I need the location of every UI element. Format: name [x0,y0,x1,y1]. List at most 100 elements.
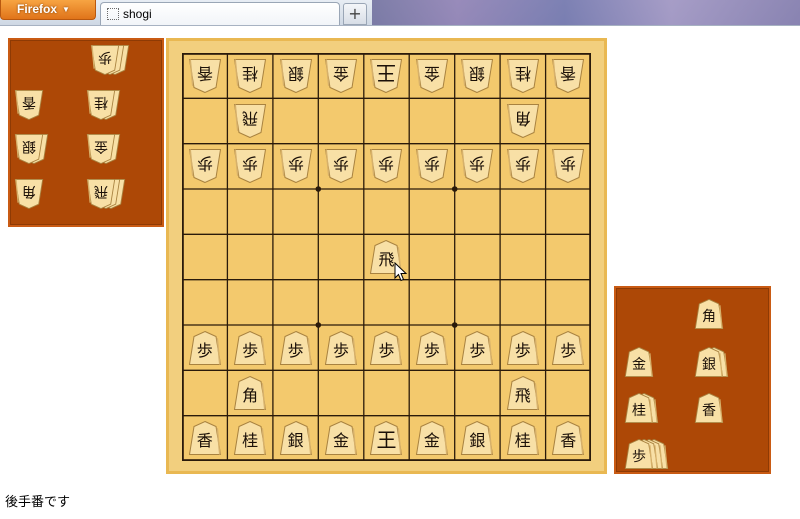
sente-piece-back-1-label: 香 [196,431,213,451]
sente-pawn-9[interactable]: 歩 [551,330,585,366]
gote-hand-2[interactable]: 香 [14,89,44,121]
sente-pawn-5[interactable]: 歩 [369,330,403,366]
sente-hand-1[interactable]: 角 [694,298,724,330]
sente-rook-center-label: 飛 [378,249,395,269]
sente-pawn-8-label: 歩 [514,340,531,360]
gote-piece-back-9[interactable]: 香 [551,58,585,94]
titlebar-background [372,0,800,25]
sente-hand-5[interactable]: 香 [694,392,724,424]
hoshi-point [315,322,322,328]
gote-pawn-7[interactable]: 歩 [460,148,494,184]
new-tab-button[interactable]: + [343,3,367,25]
sente-pawn-6-label: 歩 [423,340,440,360]
sente-piece-back-1[interactable]: 香 [188,420,222,456]
sente-pawn-8[interactable]: 歩 [506,330,540,366]
sente-hand-3[interactable]: 銀 [694,346,724,378]
gote-hand-6[interactable]: 角 [14,178,44,210]
sente-hand-2[interactable]: 金 [624,346,654,378]
gote-piece-back-7[interactable]: 銀 [460,58,494,94]
gote-piece-back-2[interactable]: 桂 [233,58,267,94]
gote-hand-7[interactable]: 飛 [86,178,116,210]
sente-piece-back-5-label: 王 [376,428,397,453]
sente-piece-back-5[interactable]: 王 [369,420,403,456]
gote-pawn-1[interactable]: 歩 [188,148,222,184]
firefox-menu-label: Firefox [17,2,58,16]
sente-bishop-label: 角 [242,385,259,405]
sente-piece-back-9[interactable]: 香 [551,420,585,456]
gote-hand-4[interactable]: 銀 [14,133,44,165]
gote-pawn-5[interactable]: 歩 [369,148,403,184]
gote-piece-back-9-label: 香 [560,63,577,83]
gote-bishop[interactable]: 角 [506,103,540,139]
gote-pawn-9[interactable]: 歩 [551,148,585,184]
gote-hand-3[interactable]: 桂 [86,89,116,121]
gote-pawn-8[interactable]: 歩 [506,148,540,184]
gote-piece-back-2-label: 桂 [242,63,259,83]
gote-pawn-3[interactable]: 歩 [279,148,313,184]
mouse-cursor-icon [394,262,408,282]
sente-pawn-9-label: 歩 [560,340,577,360]
sente-pawn-3-label: 歩 [287,340,304,360]
hoshi-point [315,186,322,192]
sente-pawn-4[interactable]: 歩 [324,330,358,366]
gote-pawn-2-label: 歩 [242,154,259,174]
sente-piece-back-3[interactable]: 銀 [279,420,313,456]
sente-piece-back-2[interactable]: 桂 [233,420,267,456]
hoshi-point [451,186,458,192]
gote-pawn-3-label: 歩 [287,154,304,174]
sente-rook[interactable]: 飛 [506,375,540,411]
sente-piece-back-8[interactable]: 桂 [506,420,540,456]
sente-pawn-2[interactable]: 歩 [233,330,267,366]
gote-piece-back-7-label: 銀 [469,63,486,83]
sente-piece-back-6[interactable]: 金 [415,420,449,456]
gote-hand-5-label: 金 [94,138,108,154]
sente-hand-6-label: 歩 [632,449,646,465]
sente-pawn-7[interactable]: 歩 [460,330,494,366]
gote-piece-back-5-label: 王 [376,60,397,85]
gote-piece-back-5[interactable]: 王 [369,58,403,94]
gote-pawn-6[interactable]: 歩 [415,148,449,184]
sente-hand-4[interactable]: 桂 [624,392,654,424]
sente-piece-back-8-label: 桂 [514,431,531,451]
gote-pawn-5-label: 歩 [378,154,395,174]
gote-piece-back-1[interactable]: 香 [188,58,222,94]
sente-bishop[interactable]: 角 [233,375,267,411]
sente-hand-6[interactable]: 歩 [624,438,654,470]
gote-hand-3-label: 桂 [94,94,108,110]
sente-pawn-6[interactable]: 歩 [415,330,449,366]
hoshi-point [451,322,458,328]
gote-pawn-4[interactable]: 歩 [324,148,358,184]
sente-pawn-3[interactable]: 歩 [279,330,313,366]
gote-piece-back-6[interactable]: 金 [415,58,449,94]
gote-rook[interactable]: 飛 [233,103,267,139]
gote-hand-1-label: 歩 [98,49,112,65]
sente-pawn-5-label: 歩 [378,340,395,360]
sente-piece-back-9-label: 香 [560,431,577,451]
turn-status: 後手番です [5,495,71,510]
gote-pawn-7-label: 歩 [469,154,486,174]
gote-piece-back-6-label: 金 [423,63,440,83]
gote-piece-back-4[interactable]: 金 [324,58,358,94]
gote-pawn-4-label: 歩 [333,154,350,174]
gote-hand-4-label: 銀 [22,138,36,154]
gote-hand-5[interactable]: 金 [86,133,116,165]
gote-hand-7-label: 飛 [94,183,108,199]
firefox-menu-button[interactable]: Firefox ▼ [0,0,96,20]
gote-hand-1[interactable]: 歩 [90,44,120,76]
sente-hand-3-label: 銀 [702,357,716,373]
sente-piece-back-7[interactable]: 銀 [460,420,494,456]
sente-pawn-1[interactable]: 歩 [188,330,222,366]
gote-piece-back-3-label: 銀 [287,63,304,83]
gote-piece-back-1-label: 香 [196,63,213,83]
gote-piece-back-3[interactable]: 銀 [279,58,313,94]
gote-pawn-1-label: 歩 [196,154,213,174]
sente-hand-2-label: 金 [632,357,646,373]
sente-piece-back-4[interactable]: 金 [324,420,358,456]
gote-piece-back-8-label: 桂 [514,63,531,83]
gote-pawn-2[interactable]: 歩 [233,148,267,184]
page-icon [107,8,119,20]
sente-rook-label: 飛 [514,385,531,405]
sente-piece-back-3-label: 銀 [287,431,304,451]
browser-tab[interactable]: shogi [100,2,340,25]
gote-piece-back-8[interactable]: 桂 [506,58,540,94]
